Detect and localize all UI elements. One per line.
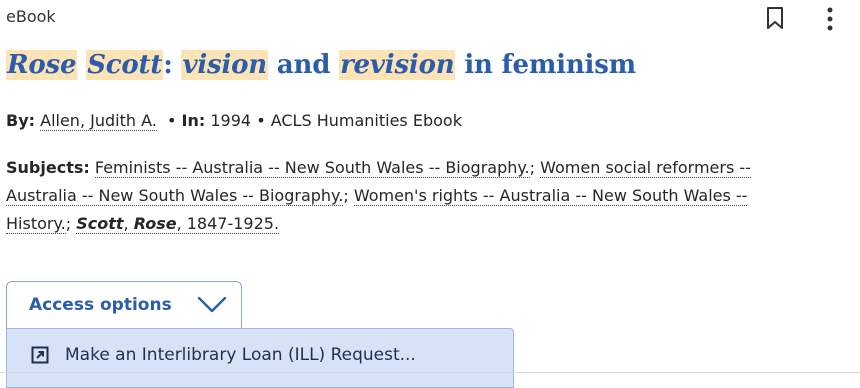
subject-link[interactable]: Feminists -- Australia -- New South Wale…: [94, 158, 530, 178]
byline: By: Allen, Judith A. • In: 1994 • ACLS H…: [6, 111, 462, 131]
collection-name: ACLS Humanities Ebook: [270, 111, 462, 130]
bookmark-icon[interactable]: [765, 6, 785, 30]
by-label: By:: [6, 111, 36, 130]
access-options-button[interactable]: Access options: [6, 281, 242, 328]
bullet: •: [167, 111, 177, 130]
chevron-down-icon: [197, 296, 227, 313]
title-highlight: Rose: [6, 50, 78, 80]
external-link-icon: [31, 346, 49, 364]
subject-link[interactable]: Scott, Rose, 1847-1925.: [76, 214, 280, 234]
publication-year: 1994: [210, 111, 252, 130]
subject-text: , 1847-1925.: [176, 214, 280, 233]
access-options-menu: Make an Interlibrary Loan (ILL) Request.…: [6, 328, 514, 388]
ill-request-menu-item[interactable]: Make an Interlibrary Loan (ILL) Request.…: [31, 345, 416, 365]
more-vertical-icon[interactable]: [820, 6, 840, 32]
bullet: •: [256, 111, 266, 130]
subject-highlight: Scott: [76, 214, 124, 233]
in-label: In:: [181, 111, 206, 130]
author-link[interactable]: Allen, Judith A.: [40, 111, 157, 131]
subject-highlight: Rose: [133, 214, 177, 233]
title-highlight: vision: [181, 50, 268, 80]
record-title-link[interactable]: Rose Scott: vision and revision in femin…: [6, 50, 636, 80]
title-text: :: [163, 50, 173, 80]
title-highlight: Scott: [86, 50, 164, 80]
ill-request-label: Make an Interlibrary Loan (ILL) Request.…: [65, 345, 416, 365]
divider: [0, 372, 860, 373]
access-options-label: Access options: [29, 295, 172, 315]
item-type-label: eBook: [6, 7, 56, 26]
title-text: and: [276, 50, 331, 80]
title-highlight: revision: [339, 50, 456, 80]
subjects-list: Subjects: Feminists -- Australia -- New …: [6, 158, 751, 234]
title-text: in feminism: [464, 50, 636, 80]
subjects-label: Subjects:: [6, 158, 90, 177]
